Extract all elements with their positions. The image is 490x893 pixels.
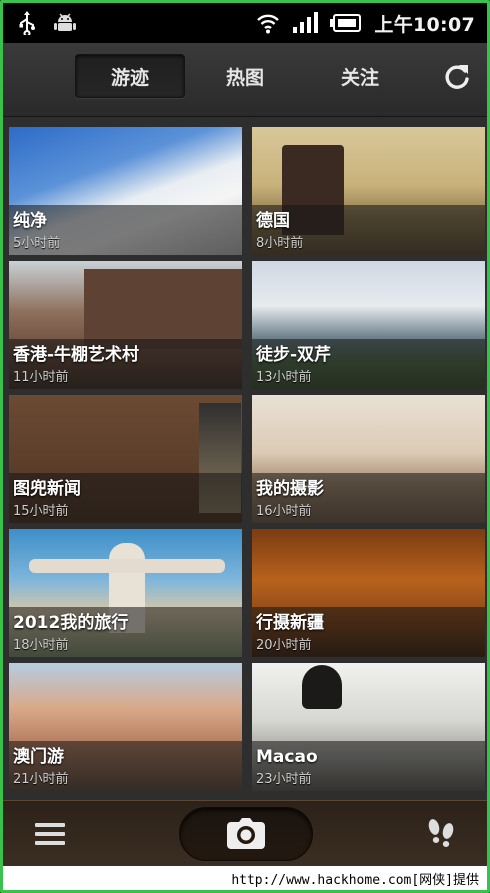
tile-title: 2012我的旅行 bbox=[13, 613, 129, 633]
footprints-icon[interactable] bbox=[423, 815, 459, 851]
album-tile[interactable]: 澳门游 21小时前 bbox=[9, 663, 242, 791]
top-tab-bar: 游迹 热图 关注 bbox=[3, 43, 487, 117]
tile-time: 20小时前 bbox=[256, 638, 312, 653]
tab-retu[interactable]: 热图 bbox=[190, 54, 300, 98]
camera-icon bbox=[227, 818, 265, 849]
album-tile[interactable]: 2012我的旅行 18小时前 bbox=[9, 529, 242, 657]
photo-grid: 纯净 5小时前 德国 8小时前 香港-牛棚艺术村 11小时前 徒步-双芹 13小… bbox=[9, 127, 485, 797]
tile-time: 15小时前 bbox=[13, 504, 69, 519]
refresh-icon[interactable] bbox=[441, 61, 473, 93]
app-screen: 游迹 热图 关注 纯净 5小时前 德国 8小时前 香港-牛棚艺术村 11小时前 bbox=[3, 43, 487, 866]
album-tile[interactable]: Macao 23小时前 bbox=[252, 663, 485, 791]
tile-time: 18小时前 bbox=[13, 638, 69, 653]
tile-title: 我的摄影 bbox=[256, 479, 324, 499]
usb-icon bbox=[19, 11, 35, 35]
tile-time: 21小时前 bbox=[13, 772, 69, 787]
album-tile[interactable]: 德国 8小时前 bbox=[252, 127, 485, 255]
bottom-bar bbox=[3, 800, 487, 866]
camera-button[interactable] bbox=[179, 807, 313, 861]
tile-time: 11小时前 bbox=[13, 370, 69, 385]
tab-youji[interactable]: 游迹 bbox=[75, 54, 185, 98]
album-tile[interactable]: 我的摄影 16小时前 bbox=[252, 395, 485, 523]
tile-time: 23小时前 bbox=[256, 772, 312, 787]
menu-icon[interactable] bbox=[33, 819, 67, 849]
tab-guanzhu[interactable]: 关注 bbox=[305, 54, 415, 98]
tile-title: Macao bbox=[256, 747, 318, 767]
battery-icon bbox=[330, 14, 362, 32]
tile-time: 13小时前 bbox=[256, 370, 312, 385]
signal-icon bbox=[293, 12, 319, 33]
status-bar: 上午10:07 bbox=[3, 3, 487, 43]
album-tile[interactable]: 香港-牛棚艺术村 11小时前 bbox=[9, 261, 242, 389]
tile-time: 8小时前 bbox=[256, 236, 304, 251]
tile-title: 行摄新疆 bbox=[256, 613, 324, 633]
watermark: http://www.hackhome.com[网侠]提供 bbox=[3, 866, 487, 890]
tile-title: 徒步-双芹 bbox=[256, 345, 332, 365]
tile-time: 5小时前 bbox=[13, 236, 61, 251]
android-debug-icon bbox=[54, 13, 76, 31]
clock: 上午10:07 bbox=[374, 13, 475, 36]
tile-title: 香港-牛棚艺术村 bbox=[13, 345, 140, 365]
album-tile[interactable]: 徒步-双芹 13小时前 bbox=[252, 261, 485, 389]
tile-title: 纯净 bbox=[13, 211, 47, 231]
tile-title: 德国 bbox=[256, 211, 290, 231]
tile-title: 澳门游 bbox=[13, 747, 64, 767]
tile-time: 16小时前 bbox=[256, 504, 312, 519]
tile-title: 图兜新闻 bbox=[13, 479, 81, 499]
album-tile[interactable]: 图兜新闻 15小时前 bbox=[9, 395, 242, 523]
wifi-icon bbox=[257, 14, 280, 34]
album-tile[interactable]: 纯净 5小时前 bbox=[9, 127, 242, 255]
album-tile[interactable]: 行摄新疆 20小时前 bbox=[252, 529, 485, 657]
